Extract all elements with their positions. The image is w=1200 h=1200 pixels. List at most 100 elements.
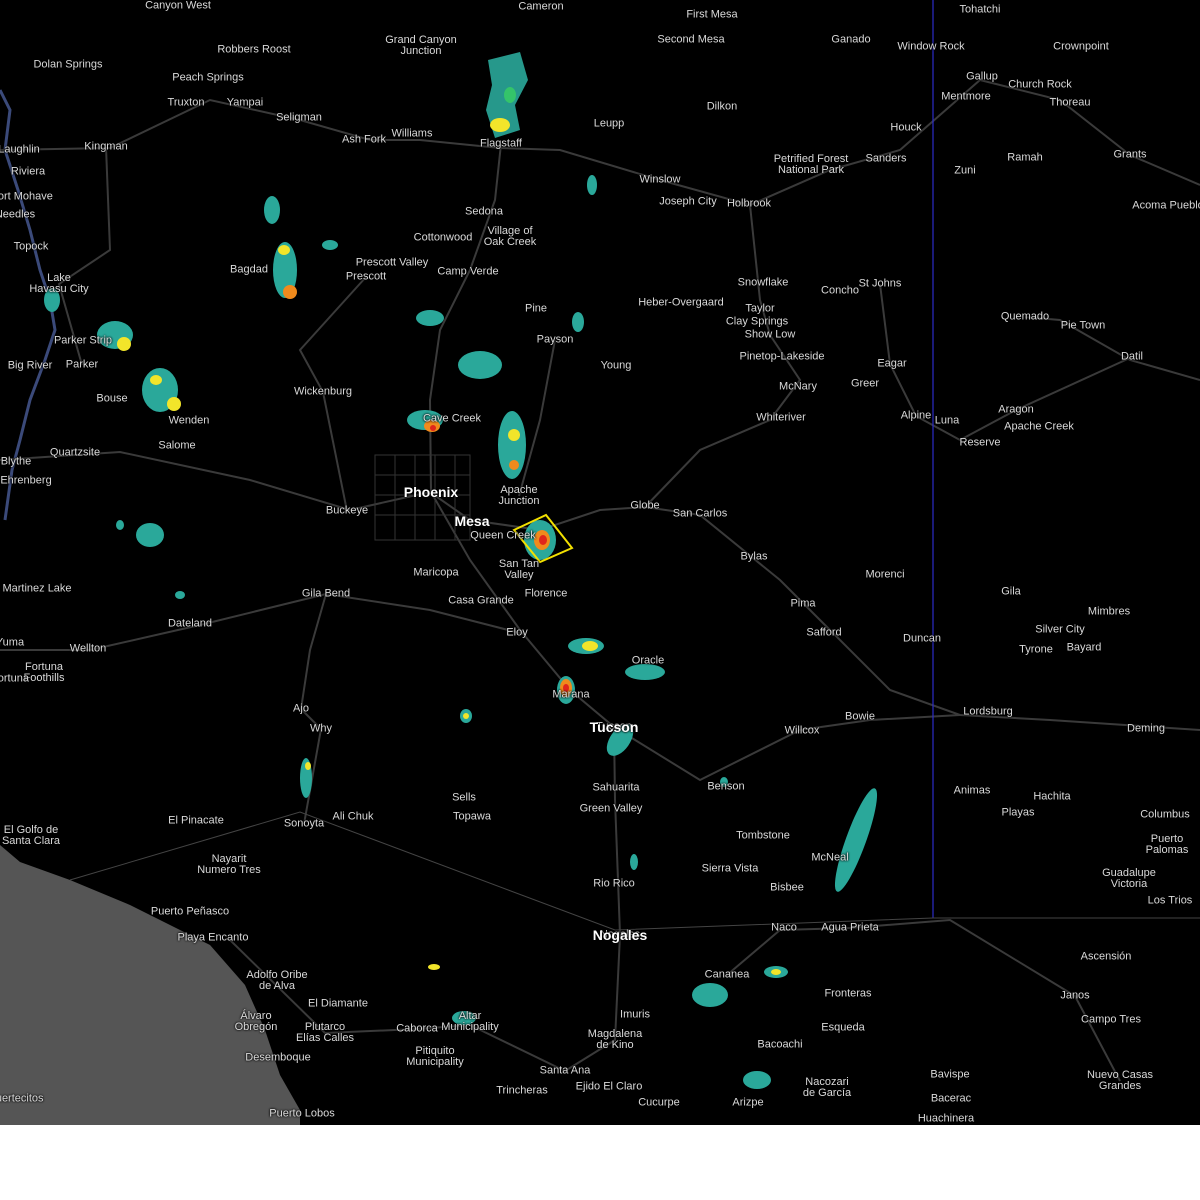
place-label: Yampai [226,96,264,109]
place-label: Silver City [1035,623,1085,636]
place-label: Reserve [959,436,1001,449]
place-label: Truxton [167,96,205,109]
radar-cell-flagstaff-core [490,118,510,132]
place-label: First Mesa [686,8,738,21]
place-label: Petrified Forest National Park [773,153,849,176]
place-label: El Diamante [308,997,368,1010]
radar-map[interactable]: Canyon West Cameron Tohatchi First Mesa Seco… [0,0,1200,1125]
radar-cell-superstition-red [539,535,547,545]
place-label: Globe [630,499,660,512]
place-label: McNary [779,380,817,393]
place-label: Ajo [293,702,309,715]
place-label: Esqueda [821,1021,865,1034]
place-label: Bouse [96,392,128,405]
place-label: Fortuna [0,672,29,685]
place-label: Guadalupe Victoria [1102,867,1156,890]
place-label: Campo Tres [1081,1013,1141,1026]
place-label: Topawa [453,810,491,823]
place-label: Second Mesa [657,33,725,46]
place-label: Pie Town [1060,319,1106,332]
radar-cell-chino [322,240,338,250]
place-label: Duncan [903,632,941,645]
place-label: Álvaro Obregón [234,1010,278,1033]
place-label: Queen Creek [470,529,536,542]
place-label: Altar Municipality [441,1010,499,1033]
place-label: Joseph City [659,195,717,208]
place-label: Houck [890,121,922,134]
radar-cell-west-desert3 [116,520,124,530]
place-label: Bacoachi [757,1038,803,1051]
place-label: Martinez Lake [2,582,72,595]
place-label: Columbus [1140,808,1190,821]
radar-cell-west-desert2 [175,591,185,599]
place-label: Church Rock [1008,78,1072,91]
place-label: Williams [391,127,433,140]
place-label: St Johns [858,277,902,290]
place-label: Eloy [506,626,528,639]
place-label: Bacerac [930,1092,972,1105]
place-label: Dilkon [706,100,738,113]
place-label: Bagdad [230,263,268,276]
place-label: Peach Springs [172,71,244,84]
place-label: Maricopa [413,566,459,579]
place-label: Sanders [865,152,907,165]
place-label: Pima [790,597,816,610]
place-label: Tyrone [1019,643,1053,656]
place-label: Show Low [744,328,796,341]
place-label: Payson [536,333,574,346]
radar-cell-parker-core [117,337,131,351]
place-label: San Carlos [672,507,728,520]
place-label: Playas [1001,806,1035,819]
place-label: Gila [1001,585,1021,598]
place-label: Clay Springs [725,315,789,328]
place-label: Gallup [966,70,998,83]
place-label: Lordsburg [963,705,1013,718]
place-label: Tucson [589,719,639,735]
place-label: Animas [953,784,991,797]
place-label: Sierra Vista [701,862,759,875]
place-label: Bylas [740,550,768,563]
place-label: Cave Creek [422,412,482,425]
place-label: Pine [524,302,548,315]
place-label: Snowflake [737,276,789,289]
place-label: Thoreau [1049,96,1091,109]
place-label: Leupp [593,117,625,130]
place-label: Morenci [865,568,905,581]
place-label: Puerto Palomas [1145,833,1189,856]
place-label: Zuni [954,164,976,177]
place-label: Prescott Valley [355,256,429,269]
radar-cell-mogollon [458,351,502,379]
place-label: Bowie [845,710,875,723]
place-label: Winslow [639,173,681,186]
place-label: Hachita [1033,790,1071,803]
place-label: Dateland [167,617,213,630]
place-label: Apache Creek [1004,420,1074,433]
place-label: Sells [452,791,476,804]
place-label: Imuris [620,1008,650,1021]
radar-cell-seligman [264,196,280,224]
place-label: Cameron [518,0,564,13]
place-label: Willcox [784,724,820,737]
radar-cell-why-core [305,762,311,770]
place-label: El Golfo de Santa Clara [1,824,61,847]
place-label: Wellton [69,642,107,655]
place-label: Green Valley [579,802,643,815]
place-label: Santa Ana [539,1064,591,1077]
place-label: Oracle [631,654,665,667]
place-label: Nayarit Numero Tres [197,853,261,876]
place-label: Grants [1113,148,1147,161]
place-label: Puerto Lobos [269,1107,335,1120]
radar-cell-bagdad-core2 [278,245,290,255]
place-label: Bavispe [930,1068,970,1081]
place-label: Lake Havasu City [29,272,89,295]
place-label: Laughlin [0,143,40,156]
place-label: Blythe [0,455,32,468]
radar-cell-bagdad-core [283,285,297,299]
place-label: Topock [13,240,49,253]
place-label: Flagstaff [480,137,522,150]
place-label: Bayard [1066,641,1102,654]
place-label: Desemboque [245,1051,311,1064]
place-label: Nacozari de García [802,1076,852,1099]
place-label: Los Trios [1147,894,1193,907]
place-label: Naco [771,921,797,934]
